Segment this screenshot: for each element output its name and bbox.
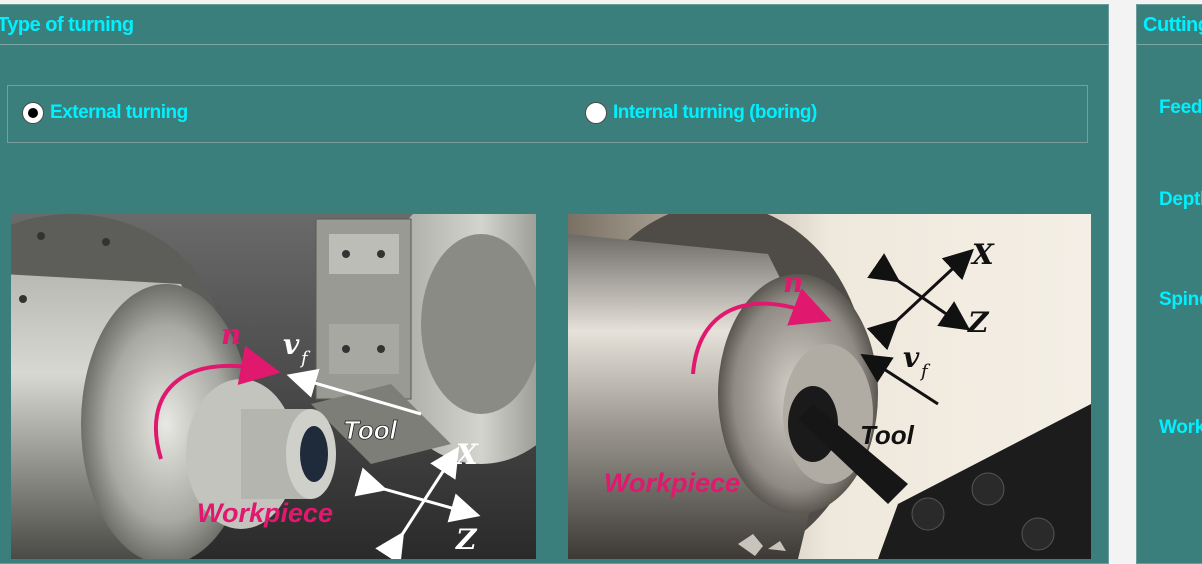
type-of-turning-panel: Type of turning External turning Interna…: [0, 4, 1109, 564]
external-turning-radio[interactable]: External turning: [22, 102, 188, 124]
radio-selected-icon[interactable]: [22, 102, 44, 124]
panel-header: Cutting: [1137, 5, 1202, 45]
internal-turning-label[interactable]: Internal turning (boring): [613, 102, 817, 124]
workpiece-label: Workpiece: [197, 498, 333, 528]
cutting-panel: Cutting Feed Depth Spindle Work: [1136, 4, 1202, 564]
panel-header: Type of turning: [0, 5, 1108, 45]
workpiece-label-2: Workpiece: [604, 468, 740, 498]
feed-label: Feed: [1159, 97, 1202, 118]
rotation-n-label-2: n: [783, 266, 803, 299]
radio-unselected-icon[interactable]: [585, 102, 607, 124]
internal-turning-radio[interactable]: Internal turning (boring): [585, 102, 817, 124]
external-turning-photo: n v f Tool X Z Workpiece: [11, 214, 536, 559]
panel-title: Type of turning: [0, 14, 134, 36]
axis-x-label: X: [454, 438, 479, 471]
tool-label-2: Tool: [860, 420, 915, 450]
tool-label: Tool: [343, 415, 398, 445]
work-label: Work: [1159, 417, 1202, 438]
rotation-n-label: n: [221, 318, 241, 351]
internal-turning-photo: n X Z v f Tool Workpiece: [568, 214, 1091, 559]
spindle-label: Spindle: [1159, 289, 1202, 310]
axis-x-label-2: X: [970, 238, 995, 271]
feed-v-label: v: [283, 328, 300, 361]
external-turning-label[interactable]: External turning: [50, 102, 188, 124]
axis-z-label: Z: [455, 523, 478, 556]
depth-label: Depth: [1159, 189, 1202, 210]
turning-type-radio-group: External turning Internal turning (borin…: [7, 85, 1088, 143]
feed-v-label-2: v: [903, 341, 920, 374]
axis-z-label-2: Z: [967, 306, 990, 339]
panel-title: Cutting: [1143, 14, 1202, 36]
